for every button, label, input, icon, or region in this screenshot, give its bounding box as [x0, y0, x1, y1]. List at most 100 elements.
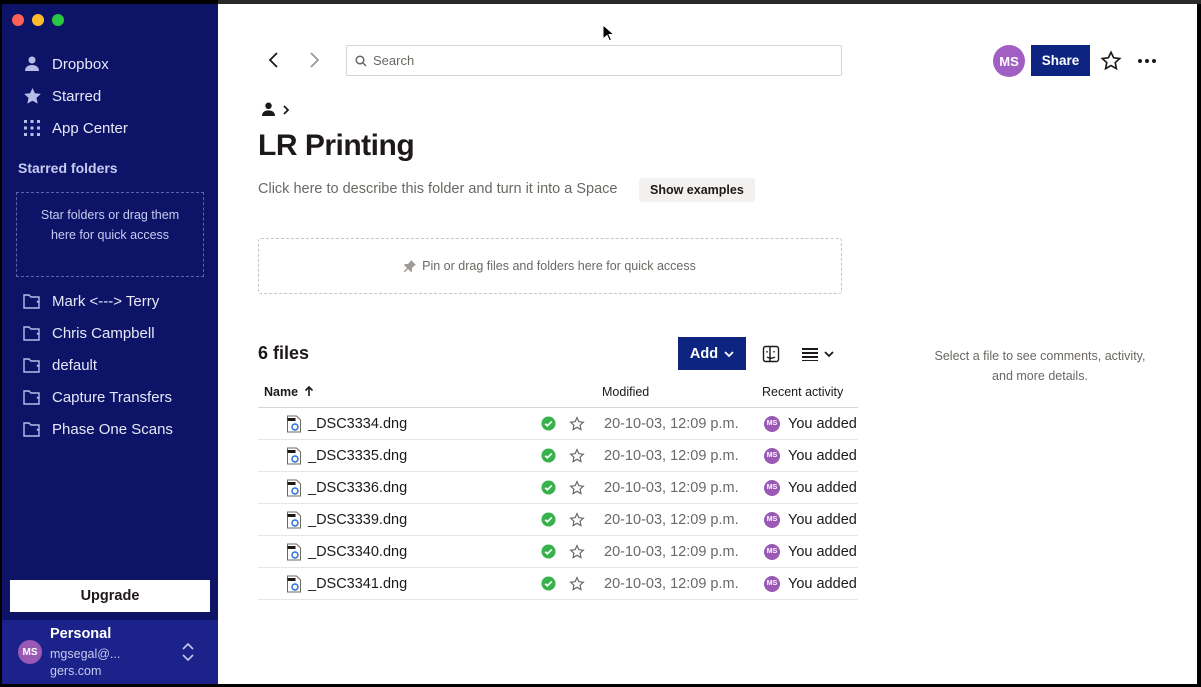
- file-name-cell: _DSC3334.dng: [286, 415, 407, 433]
- file-name-cell: _DSC3336.dng: [286, 479, 407, 497]
- show-examples-button[interactable]: Show examples: [639, 178, 755, 202]
- details-hint: Select a file to see comments, activity,…: [934, 349, 1146, 383]
- breadcrumb: [262, 102, 291, 117]
- search-bar[interactable]: [346, 45, 842, 76]
- file-name[interactable]: _DSC3340.dng: [308, 544, 407, 560]
- file-count: 6 files: [258, 343, 310, 363]
- more-options-icon[interactable]: [1136, 50, 1158, 72]
- starred-folders-heading: Starred folders: [18, 160, 118, 176]
- finder-icon[interactable]: [762, 345, 780, 363]
- table-row[interactable]: _DSC3341.dng 20-10-03, 12:09 p.m. MS You…: [258, 568, 858, 600]
- star-icon[interactable]: [569, 447, 585, 464]
- sidebar-folder-item[interactable]: Capture Transfers: [2, 381, 218, 413]
- activity-cell: MS You added: [764, 511, 858, 528]
- modified-cell: 20-10-03, 12:09 p.m.: [604, 447, 739, 464]
- person-icon[interactable]: [262, 102, 275, 117]
- activity-cell: MS You added: [764, 575, 858, 592]
- grid-icon: [22, 118, 42, 138]
- modified-cell: 20-10-03, 12:09 p.m.: [604, 479, 739, 496]
- list-view-icon: [802, 348, 818, 361]
- zoom-window-button[interactable]: [52, 14, 64, 26]
- activity-text: You added: [788, 543, 857, 560]
- table-header: Name Modified Recent activity: [258, 376, 858, 408]
- raw-image-file-icon: [287, 479, 301, 496]
- file-name-cell: _DSC3340.dng: [286, 543, 407, 561]
- synced-check-icon: [541, 512, 556, 527]
- search-input[interactable]: [373, 53, 813, 68]
- sidebar-folder-label: default: [52, 356, 98, 374]
- sidebar-folder-label: Mark <---> Terry: [52, 292, 160, 310]
- star-icon[interactable]: [569, 415, 585, 432]
- file-name-cell: _DSC3335.dng: [286, 447, 407, 465]
- activity-text: You added: [788, 447, 857, 464]
- star-icon[interactable]: [569, 575, 585, 592]
- star-icon: [22, 86, 42, 106]
- starred-drop-zone[interactable]: Star folders or drag them here for quick…: [16, 192, 204, 277]
- table-row[interactable]: _DSC3335.dng 20-10-03, 12:09 p.m. MS You…: [258, 440, 858, 472]
- star-icon[interactable]: [569, 543, 585, 560]
- avatar: MS: [764, 447, 780, 464]
- list-view-toggle[interactable]: [802, 345, 842, 363]
- chevron-up-down-icon[interactable]: [180, 642, 196, 662]
- raw-image-file-icon: [287, 511, 301, 528]
- file-name[interactable]: _DSC3339.dng: [308, 512, 407, 528]
- shared-folder-icon: [23, 390, 40, 405]
- activity-cell: MS You added: [764, 479, 858, 496]
- person-icon: [22, 54, 42, 74]
- raw-image-file-icon: [287, 575, 301, 592]
- file-name-cell: _DSC3339.dng: [286, 511, 407, 529]
- sidebar-item-app-center[interactable]: App Center: [2, 112, 218, 144]
- star-icon[interactable]: [569, 511, 585, 528]
- share-button[interactable]: Share: [1031, 45, 1090, 76]
- sidebar-item-label: Starred: [52, 87, 102, 105]
- raw-image-file-icon: [287, 415, 301, 432]
- column-header-modified[interactable]: Modified: [602, 385, 649, 399]
- sidebar-folder-item[interactable]: Mark <---> Terry: [2, 285, 218, 317]
- sidebar-folder-label: Chris Campbell: [52, 324, 155, 342]
- table-row[interactable]: _DSC3340.dng 20-10-03, 12:09 p.m. MS You…: [258, 536, 858, 568]
- user-avatar[interactable]: MS: [993, 45, 1025, 77]
- modified-cell: 20-10-03, 12:09 p.m.: [604, 543, 739, 560]
- sidebar-folder-label: Capture Transfers: [52, 388, 173, 406]
- sidebar-nav: Dropbox Starred App Center: [2, 48, 218, 144]
- minimize-window-button[interactable]: [32, 14, 44, 26]
- table-row[interactable]: _DSC3336.dng 20-10-03, 12:09 p.m. MS You…: [258, 472, 858, 504]
- column-header-activity[interactable]: Recent activity: [762, 385, 843, 399]
- column-header-name[interactable]: Name: [264, 385, 314, 399]
- sidebar-folder-list: Mark <---> Terry Chris Campbell default …: [2, 285, 218, 445]
- avatar: MS: [764, 511, 780, 528]
- account-email: mgsegal@... gers.com: [50, 647, 121, 678]
- star-icon[interactable]: [1100, 50, 1122, 72]
- add-button[interactable]: Add: [678, 337, 746, 370]
- shared-folder-icon: [23, 422, 40, 437]
- shared-folder-icon: [23, 326, 40, 341]
- avatar: MS: [764, 479, 780, 496]
- account-switcher[interactable]: MS Personal mgsegal@... gers.com: [2, 620, 218, 684]
- sidebar-folder-item[interactable]: default: [2, 349, 218, 381]
- upgrade-button[interactable]: Upgrade: [10, 580, 210, 612]
- file-name[interactable]: _DSC3334.dng: [308, 416, 407, 432]
- table-row[interactable]: _DSC3334.dng 20-10-03, 12:09 p.m. MS You…: [258, 408, 858, 440]
- activity-text: You added: [788, 575, 857, 592]
- activity-cell: MS You added: [764, 447, 858, 464]
- sidebar-item-dropbox[interactable]: Dropbox: [2, 48, 218, 80]
- sidebar-folder-item[interactable]: Chris Campbell: [2, 317, 218, 349]
- folder-description[interactable]: Click here to describe this folder and t…: [258, 181, 617, 197]
- back-arrow-icon[interactable]: [264, 50, 284, 70]
- synced-check-icon: [541, 480, 556, 495]
- avatar: MS: [764, 575, 780, 592]
- forward-arrow-icon[interactable]: [304, 50, 324, 70]
- pin-drop-zone[interactable]: Pin or drag files and folders here for q…: [258, 238, 842, 294]
- synced-check-icon: [541, 576, 556, 591]
- sidebar-folder-item[interactable]: Phase One Scans: [2, 413, 218, 445]
- close-window-button[interactable]: [12, 14, 24, 26]
- file-name[interactable]: _DSC3335.dng: [308, 448, 407, 464]
- file-name[interactable]: _DSC3341.dng: [308, 576, 407, 592]
- star-icon[interactable]: [569, 479, 585, 496]
- file-name[interactable]: _DSC3336.dng: [308, 480, 407, 496]
- column-label: Name: [264, 384, 299, 399]
- table-row[interactable]: _DSC3339.dng 20-10-03, 12:09 p.m. MS You…: [258, 504, 858, 536]
- chevron-down-icon: [824, 351, 834, 358]
- sidebar-folder-label: Phase One Scans: [52, 420, 173, 438]
- sidebar-item-starred[interactable]: Starred: [2, 80, 218, 112]
